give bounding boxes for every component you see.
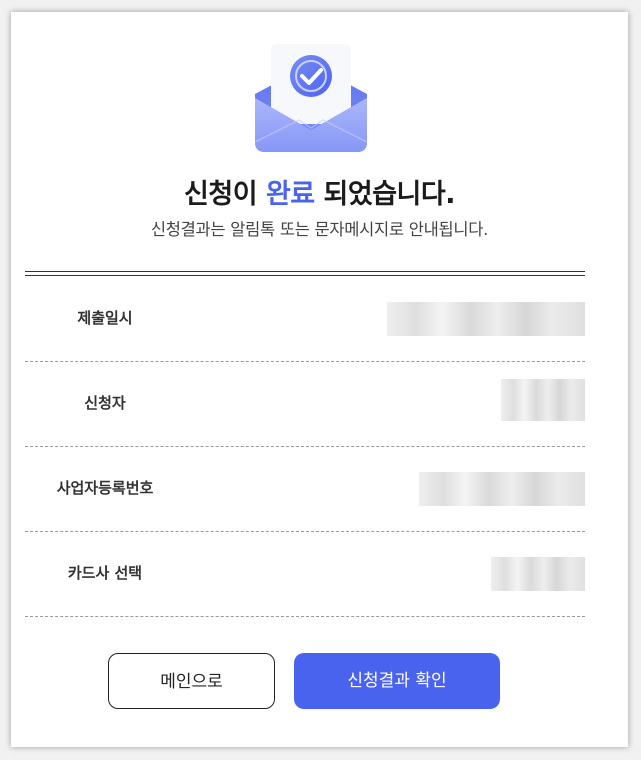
- page-subtitle: 신청결과는 알림톡 또는 문자메시지로 안내됩니다.: [150, 220, 489, 239]
- detail-row-submitted-at: 제출일시: [25, 276, 585, 362]
- title-accent: 완료: [265, 179, 315, 210]
- detail-row-business-number: 사업자등록번호: [25, 446, 585, 532]
- page-title: 신청이 완료 되었습니다.: [11, 172, 628, 211]
- detail-row-applicant: 신청자: [25, 361, 585, 447]
- detail-label: 제출일시: [77, 309, 133, 327]
- result-card: 신청이 완료 되었습니다. 신청결과는 알림톡 또는 문자메시지로 안내됩니다.…: [11, 12, 628, 747]
- detail-label: 신청자: [84, 394, 126, 412]
- envelope-check-icon: [249, 42, 373, 158]
- redacted-value: [491, 557, 585, 591]
- title-prefix: 신청이: [184, 179, 266, 210]
- main-button[interactable]: 메인으로: [108, 653, 275, 709]
- redacted-value: [501, 379, 585, 421]
- redacted-value: [387, 302, 585, 336]
- check-result-button[interactable]: 신청결과 확인: [294, 653, 500, 709]
- redacted-value: [419, 472, 585, 506]
- title-suffix: 되었습니다.: [314, 179, 456, 210]
- detail-label: 사업자등록번호: [56, 479, 154, 497]
- detail-row-card-company: 카드사 선택: [25, 531, 585, 617]
- detail-label: 카드사 선택: [67, 564, 143, 582]
